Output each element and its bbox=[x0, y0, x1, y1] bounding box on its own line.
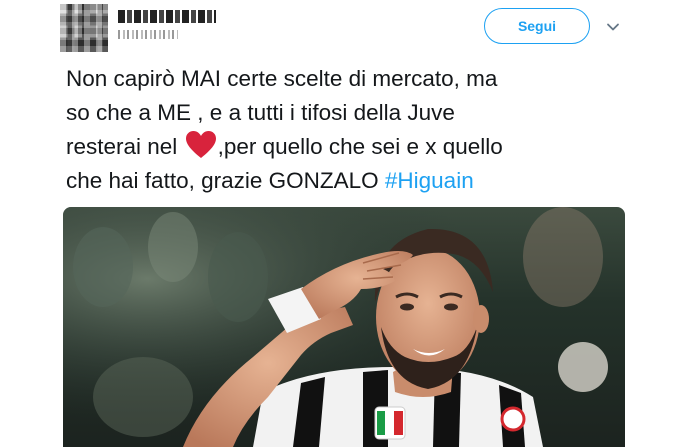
chevron-down-icon[interactable] bbox=[606, 20, 620, 34]
user-name-pixelated[interactable] bbox=[118, 10, 216, 23]
follow-button[interactable]: Segui bbox=[484, 8, 590, 44]
tweet-line-3: resterai nel ,per quello che sei e x que… bbox=[66, 130, 626, 164]
tweet-text: Non capirò MAI certe scelte di mercato, … bbox=[66, 62, 626, 198]
hashtag-link[interactable]: #Higuain bbox=[385, 168, 474, 193]
tweet-line-2: so che a ME , e a tutti i tifosi della J… bbox=[66, 100, 455, 125]
user-handle-pixelated[interactable] bbox=[118, 30, 178, 39]
avatar[interactable] bbox=[60, 4, 108, 52]
tweet-line-4: che hai fatto, grazie GONZALO #Higuain bbox=[66, 168, 474, 193]
tweet-photo[interactable] bbox=[63, 207, 625, 447]
tweet-header: Segui bbox=[0, 0, 680, 60]
tweet-line-1: Non capirò MAI certe scelte di mercato, … bbox=[66, 66, 498, 91]
photo-illustration bbox=[63, 207, 625, 447]
heart-emoji-icon bbox=[185, 131, 216, 158]
